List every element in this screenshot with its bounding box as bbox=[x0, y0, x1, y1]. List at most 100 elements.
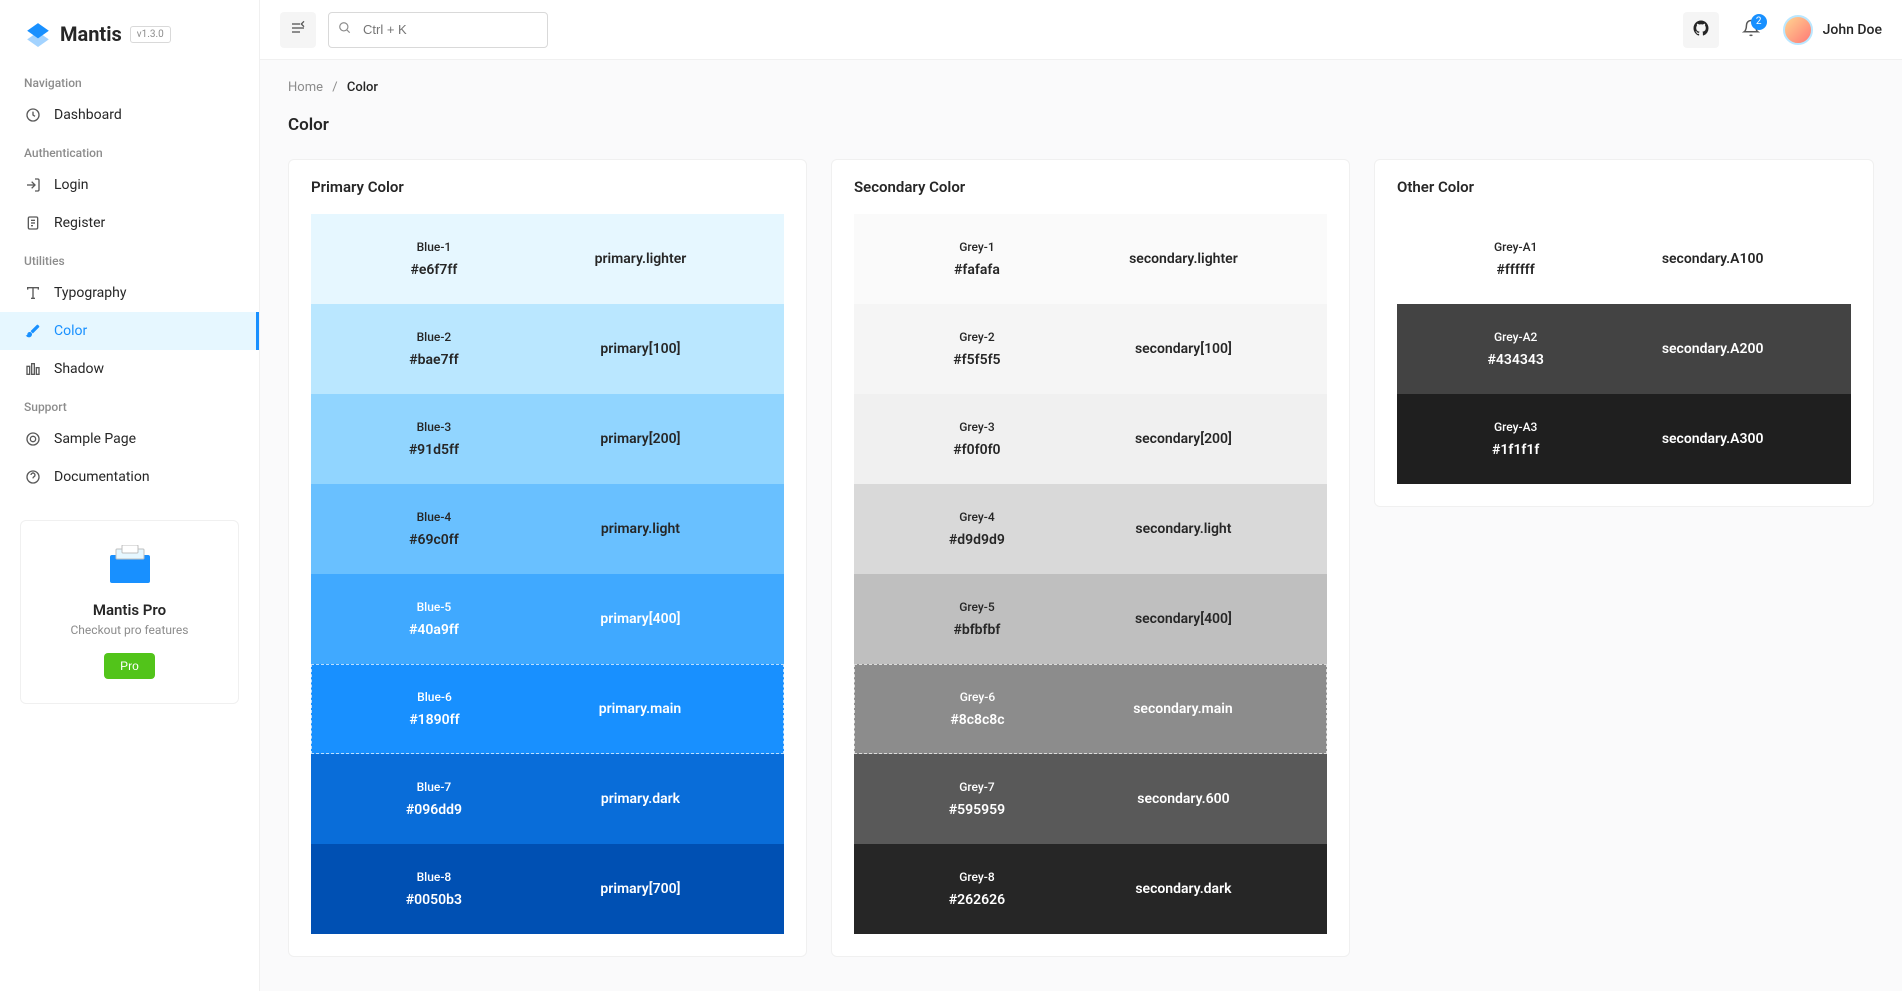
other-color-card: Other ColorGrey-A1#ffffffsecondary.A100G… bbox=[1374, 159, 1874, 507]
sidebar-item-dashboard[interactable]: Dashboard bbox=[0, 96, 259, 134]
swatch-name: Grey-6 bbox=[885, 690, 1070, 704]
color-swatch[interactable]: Grey-A3#1f1f1fsecondary.A300 bbox=[1397, 394, 1851, 484]
docs-icon bbox=[24, 468, 42, 486]
color-swatch[interactable]: Blue-3 #91d5ffprimary[200] bbox=[311, 394, 784, 484]
pro-title: Mantis Pro bbox=[37, 601, 222, 619]
nav-group-title: Utilities bbox=[0, 242, 259, 274]
swatch-hex: #595959 bbox=[884, 802, 1070, 818]
page-title: Color bbox=[288, 115, 1874, 135]
swatch-hex: #91d5ff bbox=[341, 442, 527, 458]
notification-badge: 2 bbox=[1751, 14, 1767, 30]
swatch-token: secondary[100] bbox=[1070, 341, 1297, 357]
version-chip: v1.3.0 bbox=[130, 26, 171, 43]
swatch-token: primary.light bbox=[527, 521, 754, 537]
color-swatch[interactable]: Grey-3#f0f0f0secondary[200] bbox=[854, 394, 1327, 484]
swatch-name: Grey-1 bbox=[884, 240, 1070, 254]
sidebar-item-label: Color bbox=[54, 323, 87, 339]
color-swatch[interactable]: Blue-7 #096dd9primary.dark bbox=[311, 754, 784, 844]
pro-subtitle: Checkout pro features bbox=[37, 623, 222, 637]
pro-button[interactable]: Pro bbox=[104, 653, 155, 679]
swatch-hex: #f5f5f5 bbox=[884, 352, 1070, 368]
swatch-hex: #0050b3 bbox=[341, 892, 527, 908]
swatch-token: secondary.A100 bbox=[1604, 251, 1821, 267]
swatch-token: primary[100] bbox=[527, 341, 754, 357]
color-swatch[interactable]: Blue-6#1890ffprimary.main bbox=[311, 664, 784, 754]
sidebar-item-documentation[interactable]: Documentation bbox=[0, 458, 259, 496]
breadcrumb-home[interactable]: Home bbox=[288, 80, 323, 95]
sidebar-item-color[interactable]: Color bbox=[0, 312, 259, 350]
card-title: Primary Color bbox=[289, 160, 806, 214]
color-swatch[interactable]: Blue-8 #0050b3primary[700] bbox=[311, 844, 784, 934]
color-swatch[interactable]: Grey-1#fafafasecondary.lighter bbox=[854, 214, 1327, 304]
swatch-token: secondary[400] bbox=[1070, 611, 1297, 627]
shadow-icon bbox=[24, 360, 42, 378]
swatch-hex: #bfbfbf bbox=[884, 622, 1070, 638]
nav-group-title: Navigation bbox=[0, 64, 259, 96]
color-swatch[interactable]: Grey-8#262626secondary.dark bbox=[854, 844, 1327, 934]
menu-icon bbox=[290, 20, 306, 40]
card-body: Grey-1#fafafasecondary.lighterGrey-2#f5f… bbox=[832, 214, 1349, 956]
color-swatch[interactable]: Grey-5 #bfbfbfsecondary[400] bbox=[854, 574, 1327, 664]
menu-toggle-button[interactable] bbox=[280, 12, 316, 48]
logo[interactable]: Mantis v1.3.0 bbox=[0, 16, 259, 64]
color-swatch[interactable]: Grey-6#8c8c8csecondary.main bbox=[854, 664, 1327, 754]
user-name: John Doe bbox=[1823, 22, 1882, 38]
swatch-token: primary[400] bbox=[527, 611, 754, 627]
swatch-token: primary.dark bbox=[527, 791, 754, 807]
swatch-name: Grey-3 bbox=[884, 420, 1070, 434]
breadcrumb: Home / Color bbox=[288, 80, 1874, 95]
color-swatch[interactable]: Grey-A2#434343secondary.A200 bbox=[1397, 304, 1851, 394]
swatch-name: Blue-2 bbox=[341, 330, 527, 344]
breadcrumb-current: Color bbox=[347, 80, 378, 95]
sidebar-item-typography[interactable]: Typography bbox=[0, 274, 259, 312]
swatch-token: primary[200] bbox=[527, 431, 754, 447]
swatch-token: primary[700] bbox=[527, 881, 754, 897]
sidebar-item-label: Sample Page bbox=[54, 431, 136, 447]
search-input[interactable] bbox=[328, 12, 548, 48]
pro-card: Mantis Pro Checkout pro features Pro bbox=[20, 520, 239, 704]
github-button[interactable] bbox=[1683, 12, 1719, 48]
content: Home / Color Color Primary Color Blue-1 #e… bbox=[260, 60, 1902, 991]
color-swatch[interactable]: Grey-A1#ffffffsecondary.A100 bbox=[1397, 214, 1851, 304]
swatch-hex: #fafafa bbox=[884, 262, 1070, 278]
swatch-name: Blue-7 bbox=[341, 780, 527, 794]
swatch-name: Blue-8 bbox=[341, 870, 527, 884]
notifications-button[interactable]: 2 bbox=[1733, 12, 1769, 48]
swatch-name: Grey-8 bbox=[884, 870, 1070, 884]
swatch-name: Grey-A1 bbox=[1427, 240, 1604, 254]
avatar bbox=[1783, 15, 1813, 45]
color-swatch[interactable]: Blue-1#e6f7ffprimary.lighter bbox=[311, 214, 784, 304]
app-name: Mantis bbox=[60, 22, 122, 46]
login-icon bbox=[24, 176, 42, 194]
color-swatch[interactable]: Blue-2#bae7ffprimary[100] bbox=[311, 304, 784, 394]
card-body: Blue-1#e6f7ffprimary.lighterBlue-2#bae7f… bbox=[289, 214, 806, 956]
swatch-token: secondary[200] bbox=[1070, 431, 1297, 447]
sidebar-item-login[interactable]: Login bbox=[0, 166, 259, 204]
card-body: Grey-A1#ffffffsecondary.A100 Grey-A2 #4343… bbox=[1375, 214, 1873, 506]
primary-color-card: Primary ColorBlue-1#e6f7ffprimary.lighte… bbox=[288, 159, 807, 957]
color-swatch[interactable]: Grey-2#f5f5f5secondary[100] bbox=[854, 304, 1327, 394]
color-swatch[interactable]: Grey-7#595959secondary.600 bbox=[854, 754, 1327, 844]
color-swatch[interactable]: Blue-4#69c0ffprimary.light bbox=[311, 484, 784, 574]
secondary-color-card: Secondary ColorGrey-1#fafafasecondary.li… bbox=[831, 159, 1350, 957]
swatch-name: Blue-1 bbox=[341, 240, 527, 254]
swatch-hex: #096dd9 bbox=[341, 802, 527, 818]
swatch-name: Grey-5 bbox=[884, 600, 1070, 614]
color-swatch[interactable]: Blue-5#40a9ffprimary[400] bbox=[311, 574, 784, 664]
swatch-hex: #e6f7ff bbox=[341, 262, 527, 278]
sidebar-item-shadow[interactable]: Shadow bbox=[0, 350, 259, 388]
swatch-hex: #434343 bbox=[1427, 352, 1604, 368]
logo-icon bbox=[24, 20, 52, 48]
color-swatch[interactable]: Grey-4#d9d9d9secondary.light bbox=[854, 484, 1327, 574]
swatch-token: secondary.600 bbox=[1070, 791, 1297, 807]
topbar: 2 John Doe bbox=[260, 0, 1902, 60]
sample-icon bbox=[24, 430, 42, 448]
sidebar-item-register[interactable]: Register bbox=[0, 204, 259, 242]
swatch-name: Grey-A2 bbox=[1427, 330, 1604, 344]
swatch-name: Blue-3 bbox=[341, 420, 527, 434]
sidebar-item-label: Dashboard bbox=[54, 107, 122, 123]
sidebar-item-sample-page[interactable]: Sample Page bbox=[0, 420, 259, 458]
user-menu[interactable]: John Doe bbox=[1783, 15, 1882, 45]
pro-image bbox=[102, 545, 158, 585]
sidebar-item-label: Documentation bbox=[54, 469, 150, 485]
